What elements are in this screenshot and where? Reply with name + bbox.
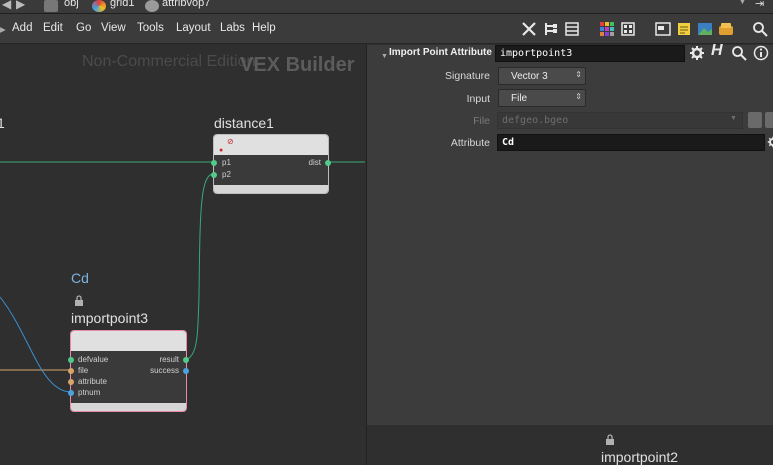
importpoint3-ptnum-label: ptnum bbox=[78, 388, 101, 397]
importpoint3-result-label: result bbox=[159, 355, 179, 364]
input-label: Input bbox=[466, 93, 490, 105]
file-field[interactable]: defgeo.bgeo bbox=[497, 112, 743, 129]
distance-dist-label: dist bbox=[308, 158, 321, 167]
lower-network-area[interactable]: importpoint2 bbox=[366, 425, 773, 465]
importpoint3-defvalue-label: defvalue bbox=[78, 355, 109, 364]
distance-node-footer bbox=[214, 185, 328, 193]
importpoint3-file-label: file bbox=[78, 366, 89, 375]
menu-tools[interactable]: Tools bbox=[137, 22, 164, 34]
importpoint3-node-footer bbox=[71, 403, 186, 411]
menu-view[interactable]: View bbox=[101, 22, 126, 34]
shape-palette-icon[interactable] bbox=[620, 21, 636, 37]
crumb-obj[interactable]: obj bbox=[64, 0, 79, 9]
network-box-icon[interactable] bbox=[655, 21, 671, 37]
file-extra-icon[interactable] bbox=[765, 112, 773, 128]
back-icon[interactable]: ◀ bbox=[2, 0, 11, 11]
attribute-label: Attribute bbox=[450, 137, 490, 149]
importpoint3-node[interactable]: defvalue file attribute ptnum result suc… bbox=[68, 330, 189, 412]
menu-layout[interactable]: Layout bbox=[176, 22, 211, 34]
distance-p2-label: p2 bbox=[222, 170, 231, 179]
importpoint2-title[interactable]: importpoint2 bbox=[601, 449, 678, 465]
input-value: File bbox=[511, 93, 528, 104]
search-icon[interactable] bbox=[752, 21, 768, 37]
wire-result-to-p2 bbox=[186, 173, 214, 360]
importpoint3-comment: Cd bbox=[71, 270, 89, 286]
menu-labs[interactable]: Labs bbox=[220, 22, 245, 34]
menu-edit[interactable]: Edit bbox=[43, 22, 63, 34]
background-image-icon[interactable] bbox=[697, 21, 713, 37]
node-name-field[interactable]: importpoint3 bbox=[495, 45, 685, 62]
importpoint3-success-label: success bbox=[150, 366, 179, 375]
tree-view-icon[interactable] bbox=[543, 21, 559, 37]
signature-spinner-icon: ⇕ bbox=[575, 70, 582, 79]
input-menu[interactable]: File ⇕ bbox=[498, 89, 586, 107]
importpoint3-node-header[interactable] bbox=[71, 331, 186, 351]
parameter-pane: ▼ Import Point Attribute importpoint3 H … bbox=[366, 42, 773, 425]
vop-icon bbox=[145, 0, 159, 12]
file-dropdown-icon[interactable]: ▼ bbox=[730, 115, 737, 122]
list-view-icon[interactable] bbox=[564, 21, 580, 37]
signature-menu[interactable]: Vector 3 ⇕ bbox=[498, 67, 586, 85]
menu-grip-icon: ▸ bbox=[0, 24, 6, 36]
lock-icon[interactable] bbox=[74, 295, 84, 306]
importpoint3-defvalue-port[interactable] bbox=[68, 357, 74, 363]
pane-menu-icon[interactable]: ▼ bbox=[381, 53, 388, 60]
distance-node-error-icon: ● bbox=[219, 147, 224, 154]
color-palette-icon[interactable] bbox=[599, 21, 615, 37]
wire-into-ptnum bbox=[0, 296, 71, 393]
path-bar: ◀ ▶ obj grid1 attribvop7 ▼ ⇥ bbox=[0, 0, 773, 14]
menu-add[interactable]: Add bbox=[12, 22, 32, 34]
sticky-note-icon[interactable] bbox=[676, 21, 692, 37]
importpoint2-lock-icon[interactable] bbox=[605, 434, 615, 445]
node-type-label: Import Point Attribute bbox=[389, 47, 492, 58]
forward-icon[interactable]: ▶ bbox=[16, 0, 25, 11]
importpoint3-attribute-port[interactable] bbox=[68, 379, 74, 385]
file-chooser-icon[interactable] bbox=[748, 112, 762, 128]
signature-value: Vector 3 bbox=[511, 71, 548, 82]
gear-icon[interactable] bbox=[689, 45, 705, 61]
geometry-icon bbox=[92, 0, 106, 12]
distance-p1-port[interactable] bbox=[211, 160, 217, 166]
input-spinner-icon: ⇕ bbox=[575, 92, 582, 101]
distance-dist-port[interactable] bbox=[325, 160, 331, 166]
dependency-icon[interactable] bbox=[718, 21, 734, 37]
file-label: File bbox=[473, 115, 490, 127]
importpoint3-result-port[interactable] bbox=[183, 357, 189, 363]
importpoint3-success-port[interactable] bbox=[183, 368, 189, 374]
pin-icon[interactable]: ⇥ bbox=[755, 0, 764, 10]
attribute-gear-icon[interactable] bbox=[767, 136, 773, 148]
info-icon[interactable] bbox=[753, 45, 769, 61]
importpoint3-attribute-label: attribute bbox=[78, 377, 107, 386]
help-h-icon[interactable]: H bbox=[711, 42, 723, 60]
obj-icon bbox=[44, 0, 58, 12]
menu-bar: ▸ Add Edit Go View Tools Layout Labs Hel… bbox=[0, 14, 773, 44]
network-editor[interactable]: Non-Commercial Edition VEX Builder 1 dis… bbox=[0, 45, 365, 465]
importpoint3-ptnum-port[interactable] bbox=[68, 390, 74, 396]
importpoint3-title[interactable]: importpoint3 bbox=[71, 310, 148, 326]
attribute-field[interactable]: Cd bbox=[497, 134, 765, 151]
menu-go[interactable]: Go bbox=[76, 22, 91, 34]
crumb-grid1[interactable]: grid1 bbox=[110, 0, 134, 9]
distance-p1-label: p1 bbox=[222, 158, 231, 167]
distance-node-title[interactable]: distance1 bbox=[214, 115, 274, 131]
distance-node-flag-icon: ⊘ bbox=[227, 137, 234, 146]
tools-icon[interactable] bbox=[521, 21, 537, 37]
importpoint3-file-port[interactable] bbox=[68, 368, 74, 374]
distance-p2-port[interactable] bbox=[211, 172, 217, 178]
crumb-attribvop7[interactable]: attribvop7 bbox=[162, 0, 210, 9]
param-search-icon[interactable] bbox=[731, 45, 747, 61]
menu-help[interactable]: Help bbox=[252, 22, 276, 34]
signature-label: Signature bbox=[445, 70, 490, 82]
distance-node[interactable]: ⊘ ● p1 p2 dist bbox=[211, 134, 331, 194]
path-dropdown-icon[interactable]: ▼ bbox=[738, 0, 747, 6]
